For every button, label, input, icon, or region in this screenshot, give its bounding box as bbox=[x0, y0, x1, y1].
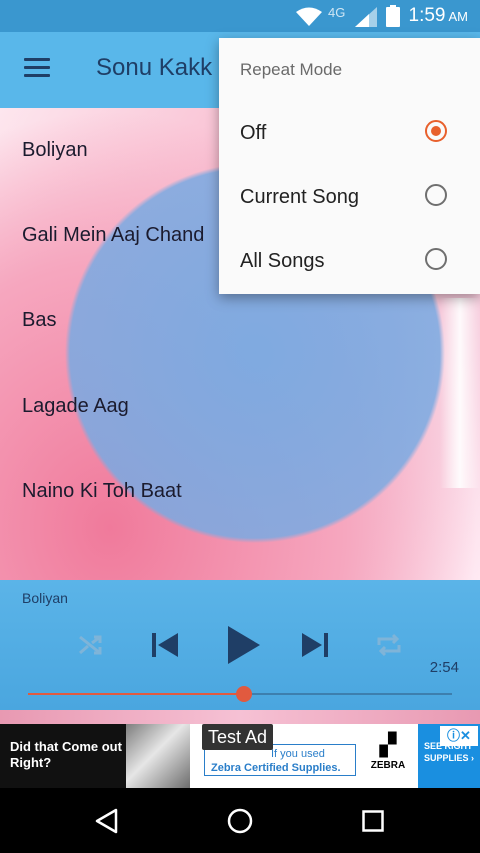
player-panel: Boliyan 2:54 bbox=[0, 580, 480, 710]
repeat-option-current-song[interactable]: Current Song bbox=[219, 168, 480, 228]
seek-progress bbox=[28, 693, 245, 695]
seek-bar[interactable] bbox=[28, 686, 452, 702]
zebra-mark-icon: ▞ bbox=[379, 732, 397, 757]
home-icon[interactable] bbox=[227, 808, 253, 834]
ad-cta[interactable]: SEE RIGHT SUPPLIES › ⓘ✕ bbox=[418, 724, 480, 788]
repeat-icon[interactable] bbox=[376, 633, 402, 657]
previous-icon[interactable] bbox=[152, 632, 178, 658]
next-icon[interactable] bbox=[302, 632, 328, 658]
repeat-option-off[interactable]: Off bbox=[219, 104, 480, 164]
seek-thumb[interactable] bbox=[236, 686, 253, 702]
hamburger-icon[interactable] bbox=[24, 58, 50, 78]
navigation-bar bbox=[0, 788, 480, 853]
ad-message-line-2: Zebra Certified Supplies. bbox=[211, 762, 341, 774]
signal-icon bbox=[355, 7, 377, 27]
radio-button[interactable] bbox=[425, 184, 447, 206]
option-label: Current Song bbox=[240, 186, 359, 208]
song-item[interactable]: Bas bbox=[22, 309, 56, 332]
ad-printer-image bbox=[126, 724, 190, 788]
status-bar: 4G 1:59 AM bbox=[0, 0, 480, 32]
song-item[interactable]: Gali Mein Aaj Chand bbox=[22, 224, 204, 247]
app-title: Sonu Kakk bbox=[96, 54, 213, 81]
radio-button[interactable] bbox=[425, 248, 447, 270]
network-type: 4G bbox=[328, 5, 346, 20]
clock: 1:59 AM bbox=[408, 5, 468, 26]
repeat-option-all-songs[interactable]: All Songs bbox=[219, 232, 480, 292]
menu-title: Repeat Mode bbox=[240, 60, 343, 79]
test-ad-badge: Test Ad bbox=[202, 724, 274, 750]
play-icon[interactable] bbox=[228, 626, 260, 664]
shuffle-icon[interactable] bbox=[78, 633, 104, 657]
wifi-icon bbox=[296, 7, 322, 26]
now-playing-title: Boliyan bbox=[22, 590, 68, 606]
song-duration: 2:54 bbox=[429, 659, 459, 676]
back-icon[interactable] bbox=[94, 808, 120, 834]
song-item[interactable]: Naino Ki Toh Baat bbox=[22, 480, 182, 503]
song-item[interactable]: Boliyan bbox=[22, 139, 88, 162]
radio-button[interactable] bbox=[425, 120, 447, 142]
zebra-logo: ▞ ZEBRA bbox=[364, 730, 412, 782]
background-strip bbox=[0, 710, 480, 724]
repeat-mode-menu: Repeat Mode Off Current Song All Songs bbox=[219, 38, 480, 294]
song-item[interactable]: Lagade Aag bbox=[22, 395, 129, 418]
battery-icon bbox=[386, 5, 400, 27]
option-label: Off bbox=[240, 122, 267, 144]
ad-headline-panel: Did that Come out Right? bbox=[0, 724, 126, 788]
adchoices-icon[interactable]: ⓘ✕ bbox=[440, 726, 478, 746]
recents-icon[interactable] bbox=[362, 810, 384, 832]
zebra-brand: ZEBRA bbox=[370, 760, 406, 771]
ad-headline: Did that Come out Right? bbox=[10, 739, 122, 770]
option-label: All Songs bbox=[240, 250, 325, 272]
background-glow bbox=[440, 298, 480, 488]
